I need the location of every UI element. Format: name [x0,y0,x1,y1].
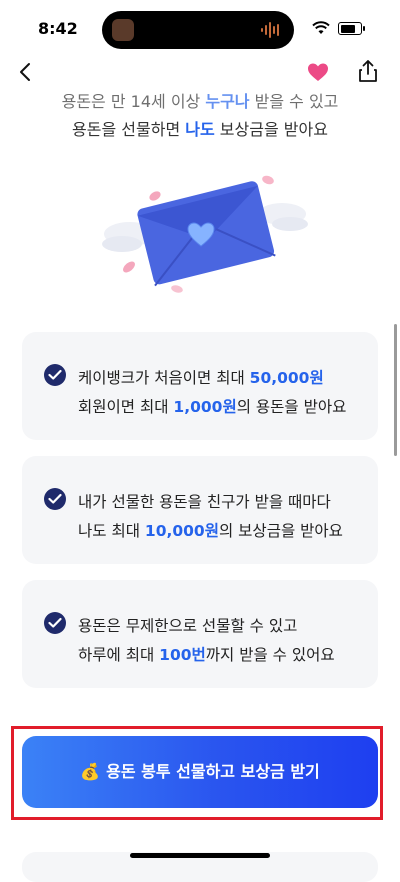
winged-envelope-illustration [102,175,308,293]
audio-wave-icon [261,22,279,38]
dynamic-island [102,11,294,49]
now-playing-app-icon [112,19,134,41]
benefit-card: 케이뱅크가 처음이면 최대 50,000원 회원이면 최대 1,000원의 용돈… [22,332,378,440]
check-circle-icon [44,612,66,634]
scrollbar[interactable] [394,324,397,456]
check-circle-icon [44,488,66,510]
battery-icon [338,22,365,35]
intro-line-2: 용돈을 선물하면 나도 보상금을 받아요 [72,120,328,139]
intro-line-1: 용돈은 만 14세 이상 누구나 받을 수 있고 [61,92,339,111]
status-bar: 8:42 [0,0,400,56]
benefit-card: 용돈은 무제한으로 선물할 수 있고 하루에 최대 100번까지 받을 수 있어… [22,580,378,688]
share-icon[interactable] [356,58,380,84]
check-circle-icon [44,364,66,386]
gift-envelope-button[interactable]: 💰 용돈 봉투 선물하고 보상금 받기 [22,736,378,808]
benefit-line-2: 나도 최대 10,000원의 보상금을 받아요 [78,522,343,540]
back-chevron-icon[interactable] [14,60,38,84]
navigation-bar [0,56,400,92]
cta-label: 용돈 봉투 선물하고 보상금 받기 [106,762,320,781]
wifi-icon [312,21,330,34]
money-bag-icon: 💰 [80,762,101,781]
home-indicator[interactable] [130,853,270,858]
benefit-line-2: 하루에 최대 100번까지 받을 수 있어요 [78,646,335,664]
status-time: 8:42 [38,19,78,38]
benefit-card: 내가 선물한 용돈을 친구가 받을 때마다 나도 최대 10,000원의 보상금… [22,456,378,564]
benefit-line-1: 케이뱅크가 처음이면 최대 50,000원 [78,369,324,387]
benefit-line-1: 내가 선물한 용돈을 친구가 받을 때마다 [78,493,331,511]
benefit-line-1: 용돈은 무제한으로 선물할 수 있고 [78,617,298,635]
heart-icon[interactable] [306,60,330,84]
benefit-line-2: 회원이면 최대 1,000원의 용돈을 받아요 [78,398,347,416]
